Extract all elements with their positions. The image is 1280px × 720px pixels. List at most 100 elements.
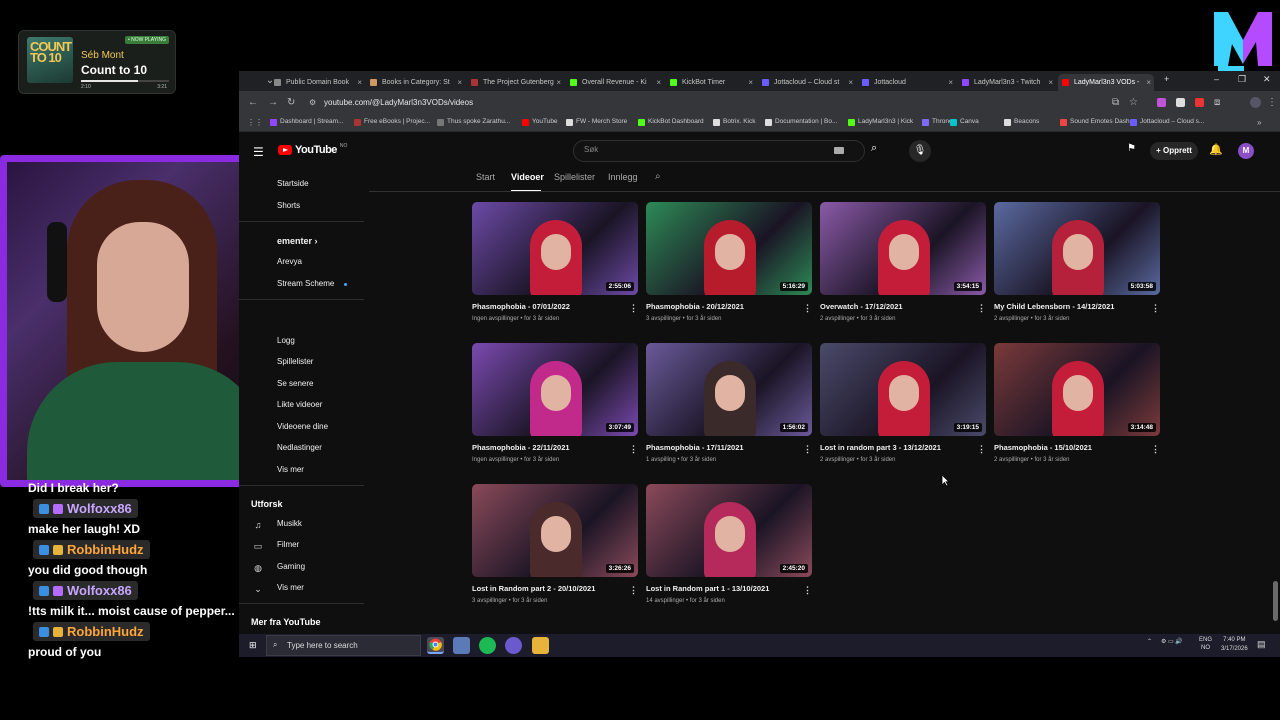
extensions-puzzle-icon[interactable]: ⧈ xyxy=(1214,97,1220,108)
video-title[interactable]: Phasmophobia - 20/12/2021 xyxy=(646,302,812,312)
create-button[interactable]: + Opprett xyxy=(1150,142,1198,160)
browser-tab[interactable]: The Project Gutenberg × xyxy=(467,74,564,91)
video-more-icon[interactable]: ⋮ xyxy=(977,444,986,455)
forward-icon[interactable]: → xyxy=(268,97,278,108)
channel-search-icon[interactable]: ⌕ xyxy=(655,171,661,182)
video-card[interactable]: 3:07:49 Phasmophobia - 22/11/2021 Ingen av… xyxy=(472,343,638,463)
video-title[interactable]: Phasmophobia - 15/10/2021 xyxy=(994,443,1160,453)
back-icon[interactable]: ← xyxy=(248,97,258,108)
video-thumbnail[interactable]: 3:14:48 xyxy=(994,343,1160,436)
bookmark-item[interactable]: YouTube xyxy=(522,118,558,126)
sidebar-item-gaming[interactable]: Gaming xyxy=(277,562,305,571)
browser-tab[interactable]: Jottacloud × xyxy=(858,74,956,91)
cast-icon[interactable]: ⚑ xyxy=(1127,143,1136,154)
close-tab-icon[interactable]: × xyxy=(848,74,853,91)
browser-tab[interactable]: LadyMarl3n3 - Twitch × xyxy=(958,74,1056,91)
video-more-icon[interactable]: ⋮ xyxy=(803,444,812,455)
profile-icon[interactable] xyxy=(1250,97,1261,108)
sidebar-item-your-videos[interactable]: Videoene dine xyxy=(277,422,328,431)
video-thumbnail[interactable]: 2:45:20 xyxy=(646,484,812,577)
bookmark-item[interactable]: Thus spoke Zarathu... xyxy=(437,118,510,126)
video-card[interactable]: 2:55:06 Phasmophobia - 07/01/2022 Ingen av… xyxy=(472,202,638,322)
sidebar-subscriptions-header[interactable]: ementer › xyxy=(277,236,318,246)
notification-icon[interactable]: ▤ xyxy=(1257,639,1266,650)
app-icon[interactable] xyxy=(453,637,470,654)
video-card[interactable]: 5:03:58 My Child Lebensborn - 14/12/2021 2… xyxy=(994,202,1160,322)
video-more-icon[interactable]: ⋮ xyxy=(977,303,986,314)
bookmark-item[interactable]: Sound Emotes Dash... xyxy=(1060,118,1135,126)
search-input[interactable]: Søk xyxy=(573,140,865,162)
apps-grid-icon[interactable]: ⋮⋮ xyxy=(247,118,263,127)
bookmark-item[interactable]: Canva xyxy=(950,118,979,126)
bookmark-item[interactable]: Botrix. Kick xyxy=(713,118,756,126)
reload-icon[interactable]: ↻ xyxy=(287,97,295,108)
tab-videos[interactable]: Videoer xyxy=(511,172,544,182)
more-bookmarks-icon[interactable]: » xyxy=(1257,118,1261,127)
keyboard-icon[interactable] xyxy=(834,147,844,154)
close-tab-icon[interactable]: × xyxy=(357,74,362,91)
bookmark-star-icon[interactable]: ☆ xyxy=(1129,97,1138,108)
maximize-icon[interactable]: ❐ xyxy=(1238,74,1246,85)
system-clock[interactable]: 7:40 PM 3/17/2026 xyxy=(1221,636,1248,654)
new-tab-button[interactable]: + xyxy=(1164,74,1169,84)
tab-home[interactable]: Start xyxy=(476,172,495,182)
spotify-icon[interactable] xyxy=(479,637,496,654)
bookmark-item[interactable]: LadyMarl3n3 | Kick xyxy=(848,118,913,126)
video-card[interactable]: 3:19:15 Lost in random part 3 - 13/12/202… xyxy=(820,343,986,463)
site-info-icon[interactable]: ⚙ xyxy=(309,98,316,107)
close-tab-icon[interactable]: × xyxy=(457,74,462,91)
video-more-icon[interactable]: ⋮ xyxy=(629,303,638,314)
video-more-icon[interactable]: ⋮ xyxy=(629,444,638,455)
video-more-icon[interactable]: ⋮ xyxy=(629,585,638,596)
close-tab-icon[interactable]: × xyxy=(1048,74,1053,91)
search-icon[interactable]: ⌕ xyxy=(871,142,877,155)
bookmark-item[interactable]: Documentation | Bo... xyxy=(765,118,837,126)
extension-icon[interactable] xyxy=(1195,98,1204,107)
video-title[interactable]: My Child Lebensborn - 14/12/2021 xyxy=(994,302,1160,312)
video-card[interactable]: 3:54:15 Overwatch - 17/12/2021 2 avspillin… xyxy=(820,202,986,322)
browser-menu-icon[interactable]: ⋮ xyxy=(1267,97,1277,108)
language-indicator[interactable]: ENG NO xyxy=(1199,636,1212,652)
video-thumbnail[interactable]: 3:54:15 xyxy=(820,202,986,295)
bookmark-item[interactable]: FW - Merch Store xyxy=(566,118,627,126)
sidebar-item-subscription[interactable]: Stream Scheme xyxy=(277,279,334,288)
video-thumbnail[interactable]: 2:55:06 xyxy=(472,202,638,295)
extension-icon[interactable] xyxy=(1157,98,1166,107)
url-field[interactable]: youtube.com/@LadyMarl3n3VODs/videos xyxy=(324,95,1104,111)
notifications-icon[interactable]: 🔔 xyxy=(1209,143,1223,156)
bookmark-item[interactable]: KickBot Dashboard xyxy=(638,118,704,126)
bookmark-item[interactable]: Throne xyxy=(922,118,953,126)
windows-start-icon[interactable]: ⊞ xyxy=(249,640,257,651)
sidebar-item-music[interactable]: Musikk xyxy=(277,519,302,528)
browser-tab[interactable]: Public Domain Book × xyxy=(270,74,365,91)
video-title[interactable]: Lost in random part 3 - 13/12/2021 xyxy=(820,443,986,453)
taskbar-search-input[interactable]: ⌕ Type here to search xyxy=(266,635,421,656)
sidebar-item-show-more[interactable]: Vis mer xyxy=(277,583,304,592)
video-card[interactable]: 3:14:48 Phasmophobia - 15/10/2021 2 avspil… xyxy=(994,343,1160,463)
video-card[interactable]: 3:26:26 Lost in Random part 2 - 20/10/202… xyxy=(472,484,638,604)
browser-tab[interactable]: KickBot Timer × xyxy=(666,74,756,91)
video-card[interactable]: 2:45:20 Lost in Random part 1 - 13/10/202… xyxy=(646,484,812,604)
video-thumbnail[interactable]: 1:56:02 xyxy=(646,343,812,436)
video-thumbnail[interactable]: 3:19:15 xyxy=(820,343,986,436)
video-thumbnail[interactable]: 3:07:49 xyxy=(472,343,638,436)
extension-icon[interactable] xyxy=(1176,98,1185,107)
video-more-icon[interactable]: ⋮ xyxy=(1151,303,1160,314)
sidebar-item-films[interactable]: Filmer xyxy=(277,540,299,549)
video-title[interactable]: Lost in Random part 2 - 20/10/2021 xyxy=(472,584,638,594)
menu-icon[interactable]: ☰ xyxy=(253,145,264,159)
video-title[interactable]: Overwatch - 17/12/2021 xyxy=(820,302,986,312)
video-more-icon[interactable]: ⋮ xyxy=(1151,444,1160,455)
video-thumbnail[interactable]: 5:03:58 xyxy=(994,202,1160,295)
video-more-icon[interactable]: ⋮ xyxy=(803,303,812,314)
browser-tab[interactable]: LadyMarl3n3 VODs - × xyxy=(1058,74,1154,91)
bookmark-item[interactable]: Free eBooks | Projec... xyxy=(354,118,430,126)
file-explorer-icon[interactable] xyxy=(532,637,549,654)
video-card[interactable]: 5:16:29 Phasmophobia - 20/12/2021 3 avspil… xyxy=(646,202,812,322)
video-thumbnail[interactable]: 5:16:29 xyxy=(646,202,812,295)
video-title[interactable]: Lost in Random part 1 - 13/10/2021 xyxy=(646,584,812,594)
tray-expand-icon[interactable]: ⌃ xyxy=(1147,638,1152,645)
sidebar-item-show-more[interactable]: Vis mer xyxy=(277,465,304,474)
sidebar-item-downloads[interactable]: Nedlastinger xyxy=(277,443,322,452)
bookmark-item[interactable]: Beacons xyxy=(1004,118,1039,126)
